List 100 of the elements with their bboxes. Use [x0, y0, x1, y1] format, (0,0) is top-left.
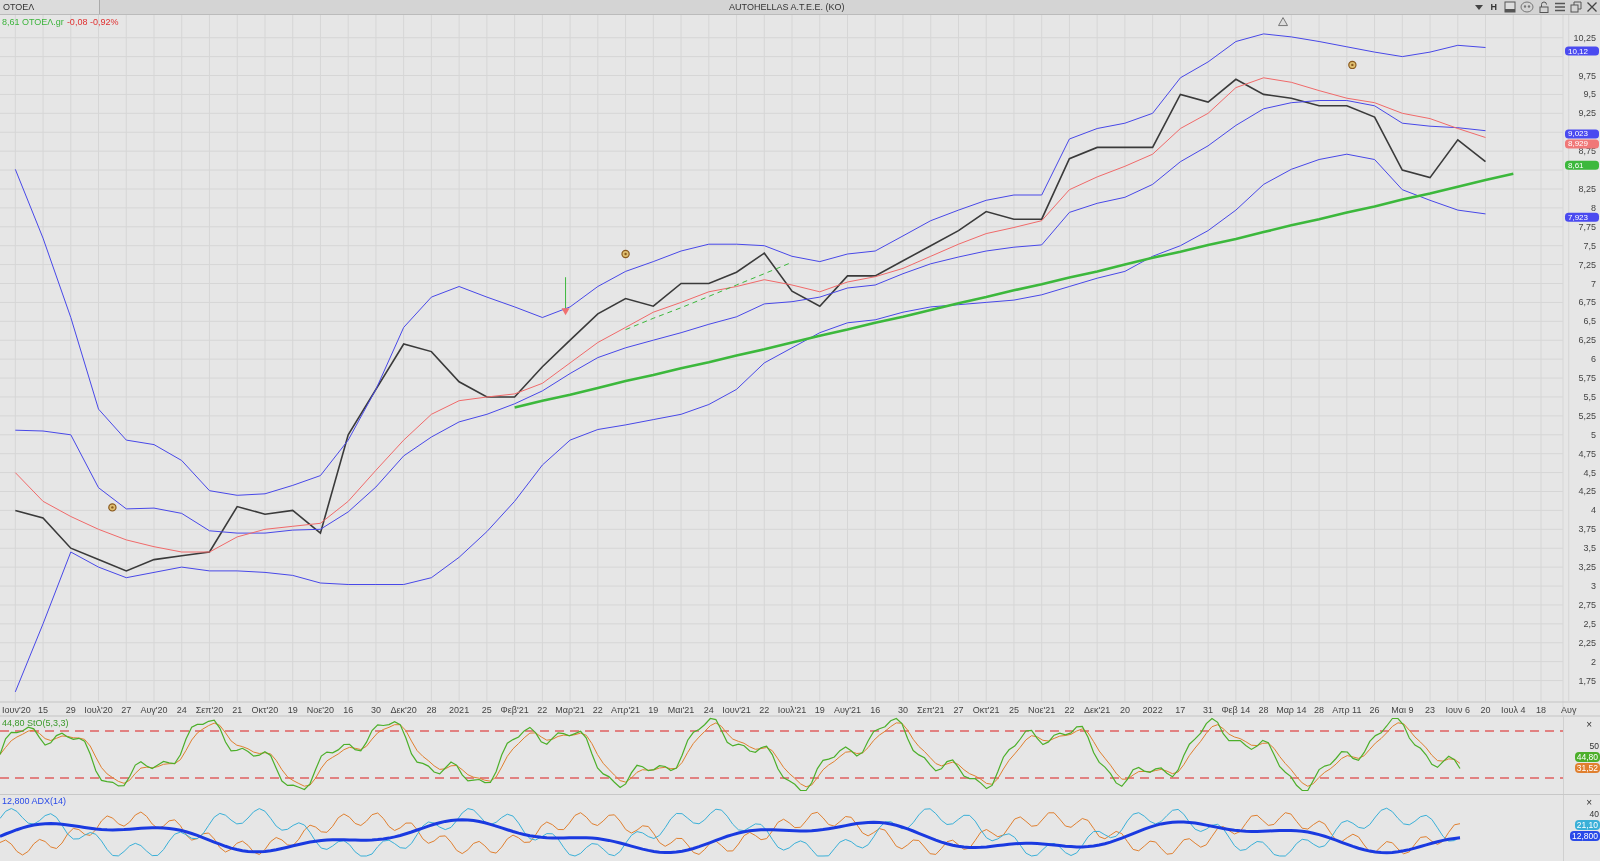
axis-label: 27 [953, 705, 964, 715]
axis-label: Οκτ'21 [972, 705, 1000, 715]
symbol-tab[interactable]: ΟΤΟΕΛ [0, 0, 100, 14]
axis-label: 2,25 [1578, 637, 1596, 648]
axis-label: 22 [759, 705, 770, 715]
price-tag: 8,61 [1565, 160, 1599, 170]
axis-label: Ιουν 6 [1445, 705, 1470, 715]
axis-label: Φεβ 14 [1221, 705, 1251, 715]
axis-label: 3,25 [1578, 562, 1596, 573]
axis-label: 3,75 [1578, 524, 1596, 535]
axis-label: Σεπ'21 [916, 705, 945, 715]
value-tag: 31,52 [1574, 763, 1600, 773]
axis-label: 6,5 [1583, 316, 1596, 327]
axis-label: Αυγ'20 [140, 705, 168, 715]
menu-icon[interactable] [1554, 1, 1566, 13]
axis-label: 7 [1591, 278, 1596, 289]
axis-label: 26 [1369, 705, 1380, 715]
lock-icon[interactable] [1538, 1, 1550, 13]
axis-label: 8,25 [1578, 183, 1596, 194]
value-tag: 21,10 [1574, 820, 1600, 830]
axis-label: Αυγ'21 [833, 705, 862, 715]
axis-label: 27 [121, 705, 132, 715]
axis-label: Φεβ'21 [500, 705, 529, 715]
square-icon[interactable] [1504, 1, 1516, 13]
axis-label: Απρ 11 [1332, 705, 1362, 715]
axis-label: 6,75 [1578, 297, 1596, 308]
axis-label: 5 [1591, 429, 1596, 440]
axis-label: 31 [1203, 705, 1214, 715]
axis-label: 19 [648, 705, 659, 715]
event-marker-icon[interactable] [1348, 60, 1357, 70]
axis-label: 22 [592, 705, 603, 715]
axis-label: 22 [537, 705, 548, 715]
indicator-legend: 44,80 StO(5,3,3) [2, 718, 69, 795]
axis-label: 2022 [1142, 705, 1163, 715]
price-tag: 7,923 [1565, 212, 1599, 222]
triangle-marker-icon[interactable] [1278, 17, 1288, 27]
axis-label: 7,75 [1578, 221, 1596, 232]
axis-label: 2,75 [1578, 599, 1596, 610]
axis-label: 6 [1591, 354, 1596, 365]
axis-label: 17 [1175, 705, 1186, 715]
close-button[interactable]: × [1586, 797, 1600, 808]
price-tag: 10,12 [1565, 46, 1599, 56]
axis-label: Μαι'21 [667, 705, 695, 715]
indicator-legend: 12,800 ADX(14) [2, 796, 67, 806]
close-icon[interactable] [1586, 1, 1598, 13]
axis-label: 21 [232, 705, 243, 715]
axis-label: 2,5 [1583, 618, 1596, 629]
axis-label: 28 [1314, 705, 1325, 715]
restore-icon[interactable] [1570, 1, 1582, 13]
event-marker-icon[interactable] [621, 249, 630, 259]
axis-label: 3 [1591, 581, 1596, 592]
axis-label: 9,5 [1583, 89, 1596, 100]
axis-label: Μαι 9 [1391, 705, 1414, 715]
axis-label: 30 [370, 705, 381, 715]
axis-label: 9,25 [1578, 108, 1596, 119]
quote-icon[interactable] [1520, 1, 1534, 13]
axis-label: 9,75 [1578, 70, 1596, 81]
axis-label: 8,75 [1578, 146, 1596, 157]
axis-label: 16 [343, 705, 354, 715]
axis-label: 18 [1536, 705, 1546, 715]
toolbar-letter-button[interactable]: H [1487, 2, 1500, 12]
axis-label: 5,75 [1578, 373, 1596, 384]
axis-label: 1,75 [1578, 675, 1596, 686]
axis-label: Νοε'21 [1028, 705, 1056, 715]
axis-label: Ιουν'21 [722, 705, 751, 715]
axis-label: 28 [426, 705, 437, 715]
axis-label: 19 [814, 705, 825, 715]
close-button[interactable]: × [1586, 719, 1600, 730]
axis-label: 28 [1258, 705, 1269, 715]
axis-label: 10,25 [1573, 32, 1596, 43]
axis-label: 5,25 [1578, 410, 1596, 421]
axis-label: 24 [703, 705, 714, 715]
axis-label: Νοε'20 [306, 705, 335, 715]
axis-label: 40 [1589, 809, 1600, 819]
axis-label: 24 [176, 705, 187, 715]
axis-label: 15 [38, 705, 49, 715]
axis-label: 25 [481, 705, 492, 715]
axis-label: 25 [1008, 705, 1019, 715]
axis-label: 22 [1064, 705, 1075, 715]
event-marker-icon[interactable] [108, 503, 117, 512]
axis-label: 8 [1591, 202, 1596, 213]
axis-label: 23 [1425, 705, 1436, 715]
price-tag: 8,929 [1565, 139, 1599, 149]
axis-label: 30 [897, 705, 908, 715]
axis-label: 2 [1591, 656, 1596, 667]
last-price: 8,61 ΟΤΟΕΛ.gr [2, 17, 64, 27]
axis-label: Οκτ'20 [251, 705, 279, 715]
axis-label: 2021 [449, 705, 470, 715]
axis-label: 4 [1591, 505, 1596, 516]
value-tag: 12,800 [1570, 831, 1600, 841]
axis-label: Μαρ 14 [1276, 705, 1307, 715]
axis-label: 6,25 [1578, 335, 1596, 346]
axis-label: Δεκ'21 [1084, 705, 1111, 715]
dropdown-caret-icon[interactable] [1473, 2, 1484, 12]
axis-label: Ιουλ'20 [84, 705, 113, 715]
axis-label: 4,25 [1578, 486, 1596, 497]
price-tag: 9,023 [1565, 129, 1599, 139]
window-title: AUTOHELLAS A.T.E.E. (KO) [728, 2, 846, 12]
axis-label: 7,5 [1583, 240, 1596, 251]
axis-label: Σεπ'20 [195, 705, 224, 715]
